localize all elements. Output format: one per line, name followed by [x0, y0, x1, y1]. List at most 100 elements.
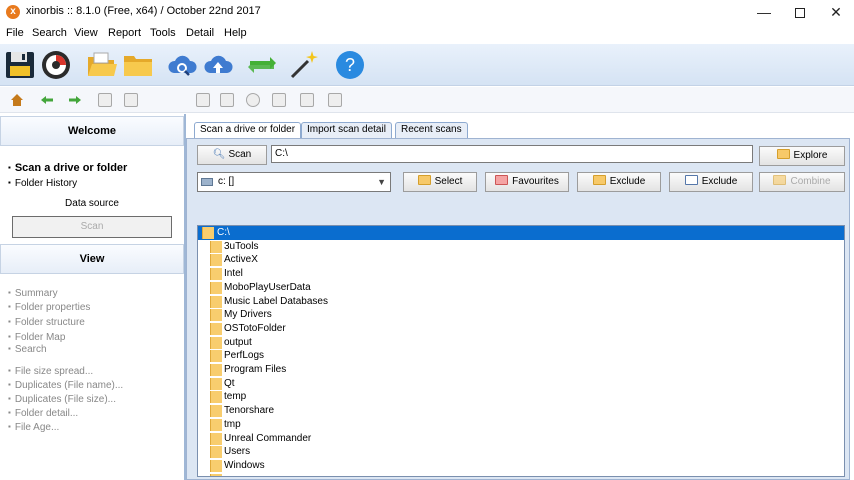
tree-folder-row[interactable]: ActiveX — [198, 253, 844, 267]
exclude-folder-button[interactable]: Exclude — [577, 172, 661, 192]
favourites-button-label: Favourites — [512, 176, 559, 187]
tree-folder-row[interactable]: output — [198, 336, 844, 350]
tree-folder-row[interactable]: Program Files — [198, 363, 844, 377]
folder-tree[interactable]: C:\ 3uTools ActiveX Intel MoboPlayUserData M… — [197, 225, 845, 477]
select-button[interactable]: Select — [403, 172, 477, 192]
file-size-spread-link[interactable]: File size spread... — [8, 366, 93, 377]
tree-folder-row[interactable]: tmp — [198, 418, 844, 432]
minimize-button[interactable]: — — [746, 2, 782, 22]
menu-tools[interactable]: Tools — [150, 27, 176, 39]
forward-arrow-icon[interactable] — [68, 93, 82, 107]
duplicates-file-size-link[interactable]: Duplicates (File size)... — [8, 394, 116, 405]
menu-file[interactable]: File — [6, 27, 24, 39]
chart-icon[interactable] — [220, 93, 234, 107]
duplicates-file-name-link[interactable]: Duplicates (File name)... — [8, 380, 123, 391]
favourites-button[interactable]: Favourites — [485, 172, 569, 192]
main-panel: Scan a drive or folder Import scan detai… — [186, 114, 854, 480]
scan-button[interactable]: 🔍︎ Scan — [197, 145, 267, 165]
tree-folder-row[interactable]: 3uTools — [198, 240, 844, 254]
tree-folder-row[interactable]: Music Label Databases — [198, 295, 844, 309]
tab-import-scan-detail[interactable]: Import scan detail — [301, 122, 392, 138]
globe-icon[interactable] — [246, 93, 260, 107]
menu-view[interactable]: View — [74, 27, 98, 39]
back-arrow-icon[interactable] — [40, 93, 54, 107]
maximize-icon — [795, 8, 805, 19]
folder-icon — [210, 459, 222, 472]
tree-folder-label: xampp — [224, 473, 254, 476]
folder-icon — [210, 254, 222, 267]
scan-tab-panel: 🔍︎ Scan C:\ Explore c: [] ▼ Select Favour… — [186, 138, 850, 480]
menu-bar: File Search View Report Tools Detail Hel… — [0, 24, 854, 44]
tree-folder-label: Program Files — [224, 364, 287, 375]
exclude-folder-icon — [592, 175, 606, 186]
tree-folder-label: Users — [224, 446, 251, 458]
combine-button-label: Combine — [790, 176, 831, 187]
close-button[interactable]: ✕ — [818, 2, 854, 22]
cloud-upload-icon[interactable] — [202, 49, 234, 81]
tree-folder-row[interactable]: Intel — [198, 267, 844, 281]
sidebar-scan-button[interactable]: Scan — [12, 216, 172, 238]
search-link[interactable]: Search — [8, 344, 47, 355]
tree-folder-label: Tenorshare — [224, 405, 275, 417]
magnifier-icon: 🔍︎ — [212, 149, 226, 160]
folder-icon[interactable] — [122, 49, 154, 81]
exclude-folder-button-label: Exclude — [609, 176, 646, 187]
tab-recent-scans[interactable]: Recent scans — [395, 122, 468, 138]
open-folder-icon[interactable] — [86, 49, 118, 81]
folder-icon — [210, 281, 222, 294]
tree-folder-label: Windows — [224, 459, 265, 471]
explore-button[interactable]: Explore — [759, 146, 845, 166]
tree-root-label: C:\ — [217, 227, 230, 238]
tab-scan-drive[interactable]: Scan a drive or folder — [194, 122, 302, 138]
maximize-button[interactable] — [782, 2, 818, 22]
report-icon[interactable] — [196, 93, 210, 107]
stop-icon[interactable] — [124, 93, 138, 107]
tree-folder-label: ActiveX — [224, 254, 258, 266]
tree-folder-row[interactable]: Qt — [198, 377, 844, 391]
drive-select[interactable]: c: [] ▼ — [197, 172, 391, 192]
folder-structure-link[interactable]: Folder structure — [8, 317, 85, 328]
ghost-icon[interactable] — [300, 93, 314, 107]
scan-drive-link[interactable]: Scan a drive or folder — [8, 162, 127, 174]
path-input[interactable]: C:\ — [271, 145, 753, 163]
tree-folder-row[interactable]: OSTotoFolder — [198, 322, 844, 336]
help-icon[interactable]: ? — [334, 49, 366, 81]
save-icon[interactable] — [4, 49, 36, 81]
tree-root-row[interactable]: C:\ — [198, 226, 844, 240]
sync-icon[interactable] — [246, 49, 278, 81]
tree-folder-row[interactable]: My Drivers — [198, 308, 844, 322]
title-bar: x xinorbis :: 8.1.0 (Free, x64) / Octobe… — [0, 0, 854, 24]
menu-report[interactable]: Report — [108, 27, 141, 39]
tree-folder-row[interactable]: MoboPlayUserData — [198, 281, 844, 295]
cloud-search-icon[interactable] — [166, 49, 198, 81]
folder-history-link[interactable]: Folder History — [8, 178, 77, 189]
edit-icon[interactable] — [272, 93, 286, 107]
file-age-link[interactable]: File Age... — [8, 422, 59, 433]
magic-wand-icon[interactable] — [288, 49, 320, 81]
explore-button-label: Explore — [793, 150, 828, 161]
tree-folder-row[interactable]: xampp — [198, 473, 844, 476]
tree-folder-row[interactable]: Unreal Commander — [198, 432, 844, 446]
tree-folder-row[interactable]: PerfLogs — [198, 349, 844, 363]
settings-dial-icon[interactable] — [40, 49, 72, 81]
home-icon[interactable] — [10, 93, 24, 107]
summary-link[interactable]: Summary — [8, 288, 58, 299]
menu-detail[interactable]: Detail — [186, 27, 214, 39]
combine-button[interactable]: Combine — [759, 172, 845, 192]
select-button-label: Select — [434, 176, 463, 187]
tree-folder-label: Intel — [224, 268, 243, 280]
export-icon[interactable] — [328, 93, 342, 107]
folder-map-link[interactable]: Folder Map — [8, 332, 66, 343]
tree-folder-row[interactable]: Users — [198, 445, 844, 459]
folder-icon — [210, 405, 222, 418]
exclude-file-button[interactable]: Exclude — [669, 172, 753, 192]
drive-select-value: c: [] — [218, 176, 235, 187]
tree-folder-row[interactable]: Tenorshare — [198, 404, 844, 418]
menu-help[interactable]: Help — [224, 27, 247, 39]
lock-icon[interactable] — [98, 93, 112, 107]
menu-search[interactable]: Search — [32, 27, 67, 39]
tree-folder-row[interactable]: temp — [198, 390, 844, 404]
folder-detail-link[interactable]: Folder detail... — [8, 408, 78, 419]
tree-folder-row[interactable]: Windows — [198, 459, 844, 473]
folder-properties-link[interactable]: Folder properties — [8, 302, 91, 313]
